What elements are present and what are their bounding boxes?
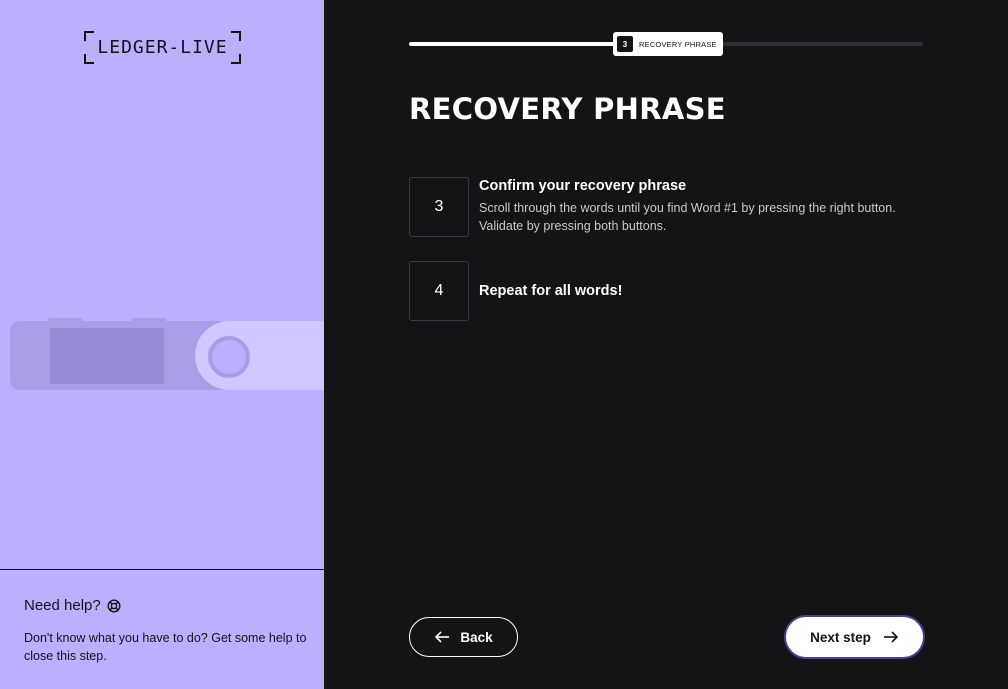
left-panel: LEDGER-LIVE Need help? Don't know what y…: [0, 0, 324, 689]
lifebuoy-icon: [107, 598, 121, 613]
step-progress-number: 3: [617, 36, 633, 52]
step-progress-fill: [409, 42, 625, 46]
instruction-step: 4 Repeat for all words!: [409, 261, 622, 321]
back-button[interactable]: Back: [409, 617, 518, 657]
logo-text: LEDGER-LIVE: [97, 37, 228, 58]
step-content: Confirm your recovery phrase Scroll thro…: [479, 177, 929, 235]
arrow-right-icon: [883, 631, 899, 643]
device-illustration: [0, 300, 324, 400]
instruction-step: 3 Confirm your recovery phrase Scroll th…: [409, 177, 929, 237]
device-button: [208, 336, 250, 378]
help-divider: [0, 569, 324, 570]
help-description: Don't know what you have to do? Get some…: [24, 631, 307, 663]
step-description: Scroll through the words until you find …: [479, 201, 896, 233]
ledger-live-logo: LEDGER-LIVE: [84, 31, 241, 64]
page-title: RECOVERY PHRASE: [409, 92, 726, 126]
arrow-left-icon: [435, 631, 450, 643]
help-title-text: Need help?: [24, 597, 101, 614]
help-section-title[interactable]: Need help?: [24, 597, 121, 614]
step-progress-label: RECOVERY PHRASE: [639, 39, 717, 49]
step-title: Confirm your recovery phrase: [479, 178, 687, 194]
device-screen: [50, 328, 164, 384]
next-step-button[interactable]: Next step: [784, 615, 925, 659]
step-progress-badge: 3 RECOVERY PHRASE: [613, 32, 723, 56]
step-number-box: 3: [409, 177, 469, 237]
next-step-button-label: Next step: [810, 629, 871, 645]
step-number-box: 4: [409, 261, 469, 321]
step-content: Repeat for all words!: [479, 261, 622, 299]
step-title: Repeat for all words!: [479, 283, 623, 299]
back-button-label: Back: [460, 629, 493, 645]
